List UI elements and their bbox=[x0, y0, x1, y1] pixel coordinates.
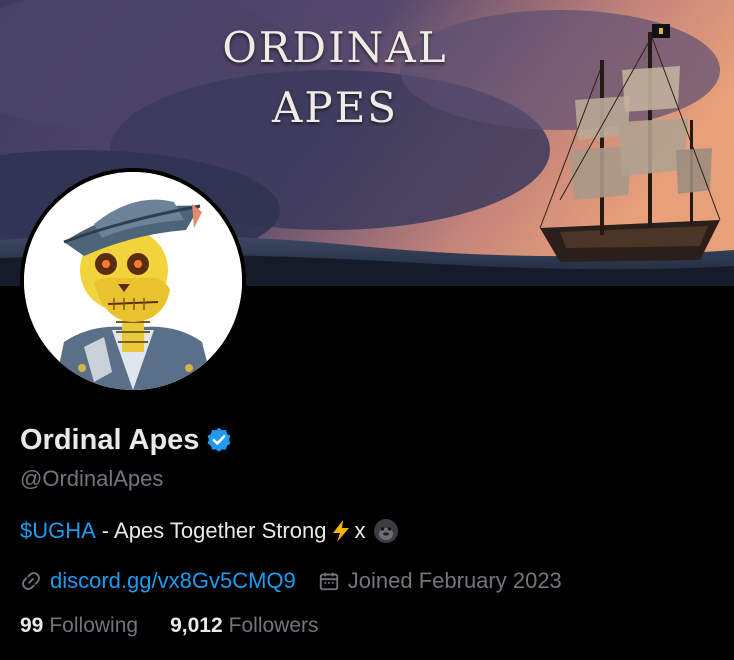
verified-badge-icon[interactable] bbox=[205, 426, 233, 454]
following-label: Following bbox=[49, 614, 139, 637]
display-name: Ordinal Apes bbox=[20, 423, 200, 456]
followers-link[interactable]: 9,012 Followers bbox=[170, 614, 318, 638]
handle: @OrdinalApes bbox=[20, 466, 164, 491]
avatar[interactable] bbox=[24, 172, 242, 390]
bio-text: - Apes Together Strong bbox=[101, 518, 327, 543]
banner-title-line1: ORDINAL bbox=[222, 23, 448, 72]
bio: $UGHA - Apes Together Strong x bbox=[20, 518, 720, 544]
joined-date: Joined February 2023 bbox=[347, 568, 562, 593]
following-link[interactable]: 99 Following bbox=[20, 614, 138, 638]
profile-meta: discord.gg/vx8Gv5CMQ9 Joined February 20… bbox=[20, 568, 720, 594]
following-count: 99 bbox=[20, 614, 44, 637]
calendar-icon bbox=[318, 570, 340, 592]
name-row: Ordinal Apes bbox=[20, 420, 720, 460]
followers-count: 9,012 bbox=[170, 614, 223, 637]
skeleton-ape-avatar-icon bbox=[24, 172, 242, 390]
gorilla-icon bbox=[373, 518, 399, 544]
website-link[interactable]: discord.gg/vx8Gv5CMQ9 bbox=[50, 568, 296, 594]
profile-info: Ordinal Apes @OrdinalApes $UGHA - Apes T… bbox=[20, 420, 720, 638]
follow-counts: 99 Following 9,012 Followers bbox=[20, 614, 720, 638]
banner-title: ORDINAL APES bbox=[210, 18, 460, 138]
followers-label: Followers bbox=[228, 614, 319, 637]
lightning-icon bbox=[330, 519, 352, 543]
banner-title-line2: APES bbox=[271, 83, 399, 132]
link-icon bbox=[22, 572, 40, 590]
cashtag-link[interactable]: $UGHA bbox=[20, 518, 96, 544]
bio-x-text: x bbox=[354, 518, 366, 543]
